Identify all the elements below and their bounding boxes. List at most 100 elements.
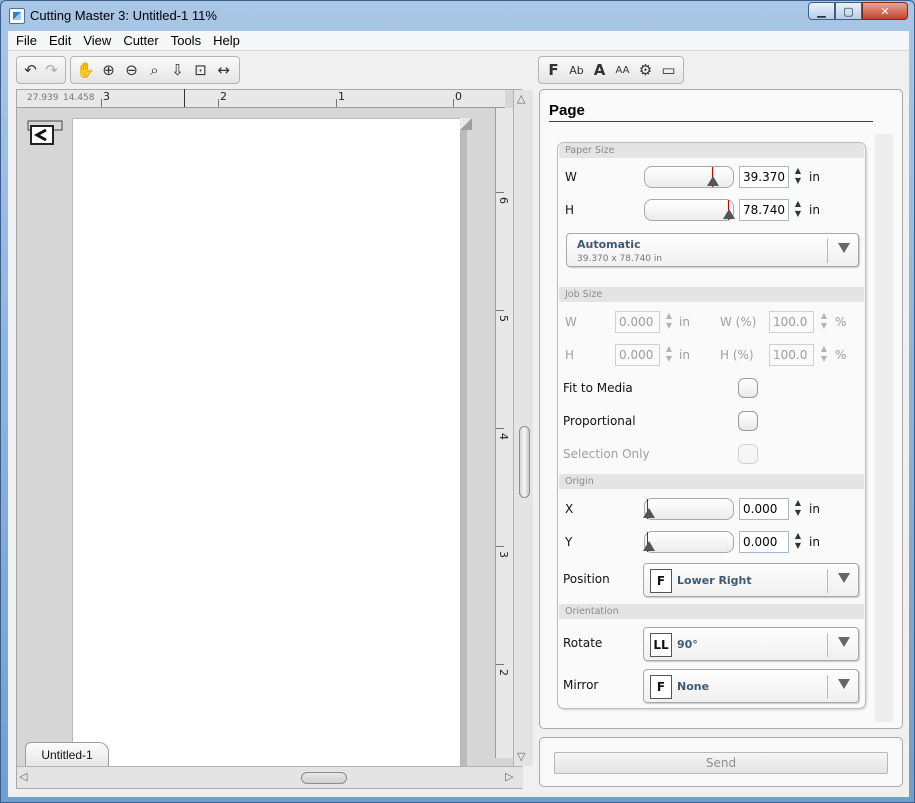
maximize-button[interactable]: ▢	[835, 2, 862, 20]
close-button[interactable]: ✕	[862, 2, 908, 20]
scroll-up-icon[interactable]: △	[517, 92, 525, 105]
dropdown-separator	[827, 675, 828, 699]
paper-width-spinner[interactable]: ▲ ▼	[793, 166, 803, 188]
zoom-selection-icon[interactable]: ⌕	[143, 59, 166, 81]
job-width-percent-label: W (%)	[720, 315, 757, 329]
mirror-none-icon: F	[650, 675, 672, 699]
position-label: Position	[563, 572, 610, 586]
mirror-value: None	[677, 680, 710, 693]
paper-width-slider[interactable]	[644, 166, 734, 188]
send-button[interactable]: Send	[554, 752, 888, 774]
ruler-label: 3	[103, 90, 110, 103]
percent-label: %	[835, 348, 847, 362]
horizontal-scroll-thumb[interactable]	[301, 772, 347, 784]
paper-height-label: H	[565, 203, 575, 217]
view-tools-group: ✋ ⊕ ⊖ ⌕ ⇩ ⊡ ↔	[70, 56, 240, 84]
rotate-label: Rotate	[563, 636, 603, 650]
slider-handle-icon[interactable]	[723, 209, 735, 219]
paper-height-spinner[interactable]: ▲ ▼	[793, 199, 803, 221]
proportional-checkbox[interactable]	[738, 411, 758, 431]
origin-x-label: X	[565, 502, 574, 516]
top-ruler: 27.939 14.458 3 2 1 0	[17, 89, 505, 108]
origin-y-label: Y	[565, 535, 573, 549]
ruler-label: 2	[497, 669, 510, 676]
job-height-field[interactable]: 0.000	[615, 344, 660, 366]
mirror-dropdown[interactable]: F None	[643, 669, 859, 703]
menu-edit[interactable]: Edit	[43, 33, 77, 48]
proportional-label: Proportional	[563, 414, 636, 428]
rotate-dropdown[interactable]: LL 90°	[643, 627, 859, 661]
app-logo-icon	[9, 8, 25, 24]
scroll-down-icon[interactable]: ▽	[517, 750, 525, 763]
mirror-label: Mirror	[563, 678, 599, 692]
hand-icon[interactable]: ✋	[74, 59, 97, 81]
slider-handle-icon[interactable]	[643, 508, 655, 518]
ruler-cursor-marker	[184, 89, 185, 107]
chevron-down-icon	[838, 637, 850, 647]
selection-only-label: Selection Only	[563, 447, 650, 461]
selection-only-checkbox[interactable]	[738, 444, 758, 464]
origin-y-field[interactable]: 0.000	[739, 531, 789, 553]
zoom-page-icon[interactable]: ⇩	[166, 59, 189, 81]
origin-y-spinner[interactable]: ▲ ▼	[793, 531, 803, 553]
document-tab[interactable]: Untitled-1	[25, 742, 109, 766]
origin-x-field[interactable]: 0.000	[739, 498, 789, 520]
vertical-scroll-thumb[interactable]	[519, 426, 530, 498]
page-tab-icon[interactable]: F	[542, 59, 565, 81]
menu-bar: File Edit View Cutter Tools Help	[8, 31, 909, 51]
job-height-percent-field[interactable]: 100.0	[769, 344, 814, 366]
position-dropdown[interactable]: F Lower Right	[643, 563, 859, 597]
slider-handle-icon[interactable]	[707, 176, 719, 186]
ruler-tick	[101, 99, 102, 107]
job-width-spinner[interactable]: ▲ ▼	[664, 311, 674, 333]
ruler-tick	[496, 192, 504, 193]
undo-icon[interactable]: ↶	[20, 59, 41, 81]
origin-x-slider[interactable]	[643, 498, 734, 520]
paper-height-slider[interactable]	[644, 199, 735, 221]
fit-to-media-checkbox[interactable]	[738, 378, 758, 398]
paper-page[interactable]	[72, 118, 461, 770]
minimize-button[interactable]: ▁	[808, 2, 835, 20]
settings-tab-icon[interactable]: ⚙	[634, 59, 657, 81]
ruler-tick	[218, 99, 219, 107]
page-settings-card: Paper Size W 39.370 ▲ ▼ in H 78.740 ▲ ▼ in	[557, 142, 866, 709]
menu-file[interactable]: File	[10, 33, 43, 48]
job-height-percent-spinner[interactable]: ▲ ▼	[819, 344, 829, 366]
origin-x-spinner[interactable]: ▲ ▼	[793, 498, 803, 520]
paper-preset-dropdown[interactable]: Automatic 39.370 x 78.740 in	[566, 233, 859, 267]
cutter-device-icon[interactable]	[27, 120, 63, 146]
horizontal-scrollbar[interactable]: ◁ ▷	[17, 766, 523, 788]
dropdown-separator	[827, 633, 828, 657]
send-panel: Send	[539, 737, 903, 787]
origin-y-slider[interactable]	[643, 531, 734, 553]
fit-all-icon[interactable]: ⊡	[189, 59, 212, 81]
menu-help[interactable]: Help	[207, 33, 246, 48]
document-canvas[interactable]: 27.939 14.458 3 2 1 0 6 5 4 3 2 △ ▽ Unti…	[16, 89, 533, 789]
panel-scrollbar[interactable]	[875, 134, 893, 722]
job-width-field[interactable]: 0.000	[615, 311, 660, 333]
ruler-tick	[496, 310, 504, 311]
vertical-scrollbar[interactable]: △ ▽	[513, 90, 533, 766]
zoom-out-icon[interactable]: ⊖	[120, 59, 143, 81]
font-size-tab-icon[interactable]: AA	[611, 59, 634, 81]
menu-view[interactable]: View	[77, 33, 117, 48]
paper-width-field[interactable]: 39.370	[739, 166, 789, 188]
fit-width-icon[interactable]: ↔	[212, 59, 235, 81]
side-ruler: 6 5 4 3 2	[495, 108, 513, 758]
scroll-right-icon[interactable]: ▷	[505, 770, 513, 783]
zoom-in-icon[interactable]: ⊕	[97, 59, 120, 81]
job-width-percent-spinner[interactable]: ▲ ▼	[819, 311, 829, 333]
slider-handle-icon[interactable]	[643, 541, 655, 551]
redo-icon[interactable]: ↷	[41, 59, 62, 81]
job-width-percent-field[interactable]: 100.0	[769, 311, 814, 333]
scroll-left-icon[interactable]: ◁	[19, 770, 27, 783]
text-tab-icon[interactable]: Ab	[565, 59, 588, 81]
menu-cutter[interactable]: Cutter	[117, 33, 164, 48]
font-tab-icon[interactable]: A	[588, 59, 611, 81]
unit-label: in	[809, 203, 820, 217]
cutter-tab-icon[interactable]: ▭	[657, 59, 680, 81]
job-height-spinner[interactable]: ▲ ▼	[664, 344, 674, 366]
menu-tools[interactable]: Tools	[165, 33, 207, 48]
ruler-label: 3	[497, 551, 510, 558]
paper-height-field[interactable]: 78.740	[739, 199, 789, 221]
